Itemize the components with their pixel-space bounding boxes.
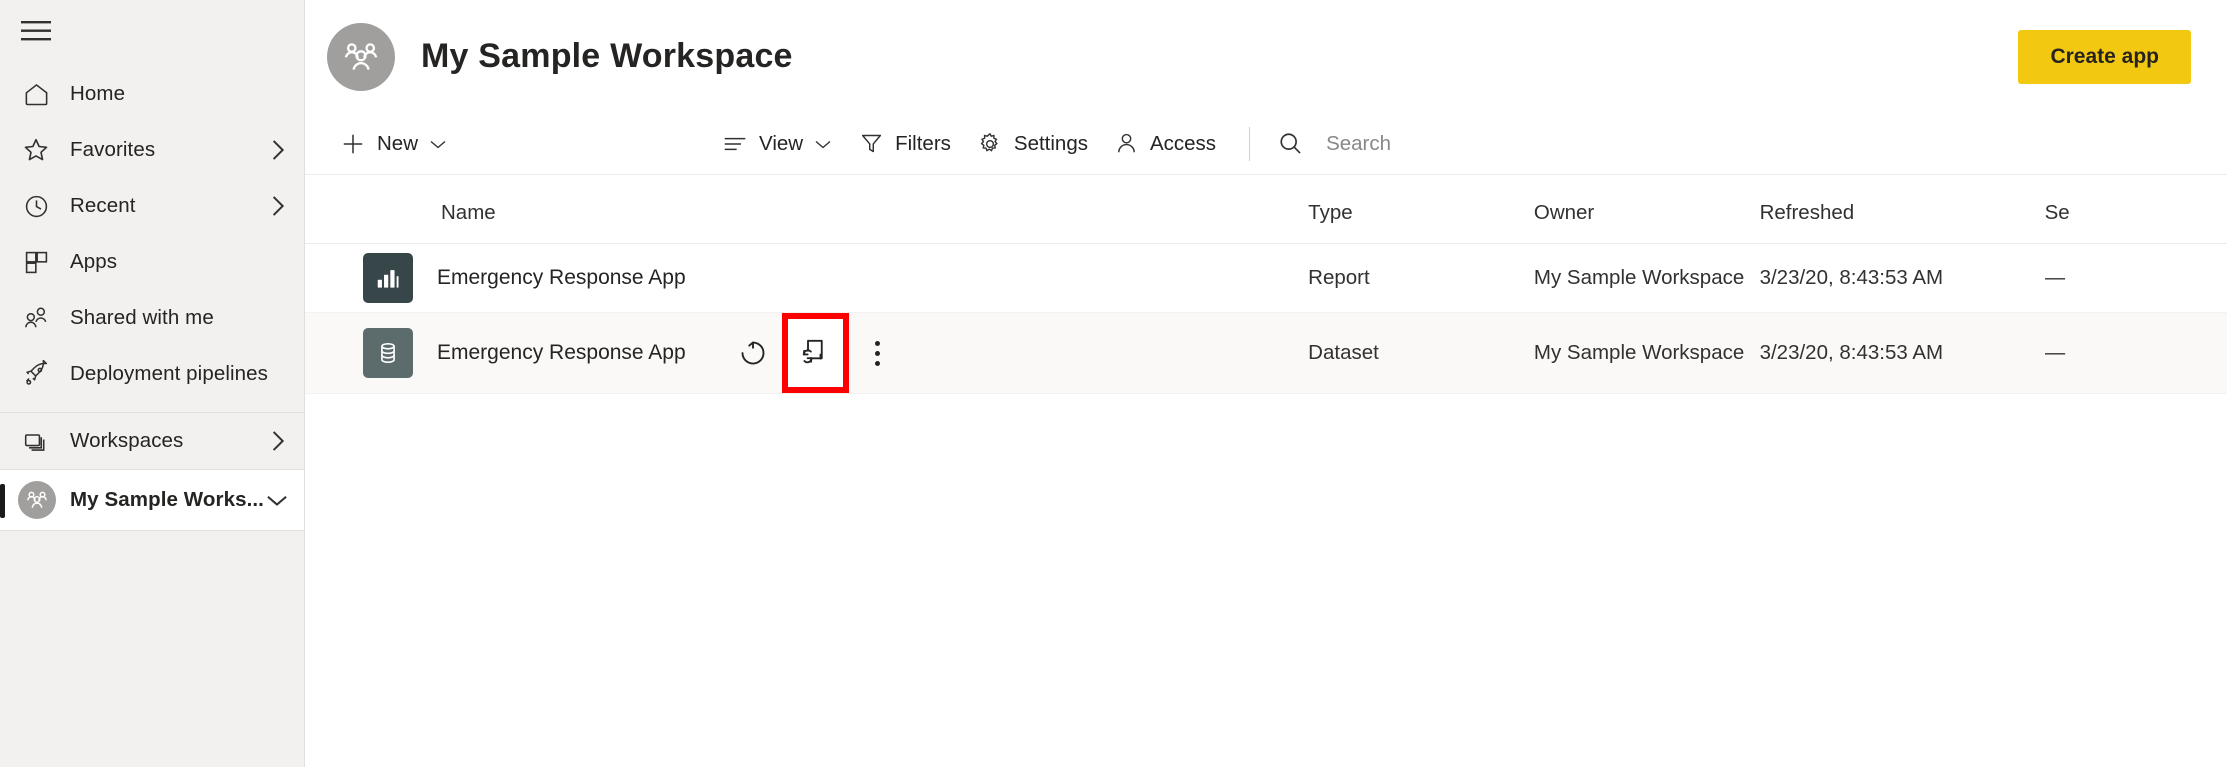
page-title: My Sample Workspace: [421, 37, 793, 75]
view-button[interactable]: View: [709, 121, 846, 167]
column-header-sensitivity[interactable]: Se: [2044, 187, 2227, 244]
sidebar-item-label: Workspaces: [70, 429, 184, 452]
table-body: Emergency Response App Report My Sample …: [305, 243, 2227, 394]
chevron-down-icon[interactable]: [264, 491, 290, 509]
workspace-toolbar: New View Filters Settings Access Search: [305, 113, 2227, 175]
sidebar-filler: [0, 531, 304, 767]
toolbar-separator: [1249, 126, 1251, 161]
home-icon: [14, 72, 58, 116]
sidebar-item-my-sample-workspace[interactable]: My Sample Works...: [0, 469, 304, 531]
schedule-refresh-icon: [800, 335, 830, 371]
cell-owner: My Sample Workspace: [1533, 312, 1760, 394]
rocket-icon: [14, 352, 58, 396]
cell-type: Dataset: [1308, 312, 1534, 394]
access-button[interactable]: Access: [1101, 121, 1229, 167]
left-navigation-sidebar: Home Favorites Recent Apps Shared with m…: [0, 0, 305, 767]
chevron-right-icon: [269, 137, 286, 163]
view-button-label: View: [759, 131, 804, 155]
refresh-now-icon[interactable]: [730, 330, 776, 376]
filters-button[interactable]: Filters: [846, 121, 964, 167]
sidebar-header: [0, 0, 304, 62]
column-header-refreshed[interactable]: Refreshed: [1759, 187, 2045, 244]
content-table: Name Type Owner Refreshed Se Emergency R…: [305, 187, 2227, 394]
schedule-refresh-button[interactable]: [781, 313, 849, 393]
more-options-icon[interactable]: [855, 330, 901, 376]
cell-refreshed: 3/23/20, 8:43:53 AM: [1759, 243, 2045, 313]
clock-icon: [14, 184, 58, 228]
table-header-row: Name Type Owner Refreshed Se: [305, 187, 2227, 244]
cell-name: Emergency Response App: [305, 312, 1309, 394]
workspace-header: My Sample Workspace Create app: [305, 0, 2227, 113]
column-header-type[interactable]: Type: [1308, 187, 1534, 244]
settings-button[interactable]: Settings: [964, 121, 1101, 167]
sidebar-nav-list: Home Favorites Recent Apps Shared with m…: [0, 62, 304, 469]
table-row[interactable]: Emergency Response App Report My Sample …: [305, 243, 2227, 313]
dataset-database-icon: [363, 328, 413, 378]
workspace-content-list: Name Type Owner Refreshed Se Emergency R…: [305, 175, 2227, 767]
chevron-down-icon: [428, 137, 448, 151]
star-icon: [14, 128, 58, 172]
search-box[interactable]: [1264, 121, 1639, 167]
search-input[interactable]: [1326, 131, 1627, 156]
cell-refreshed: 3/23/20, 8:43:53 AM: [1759, 312, 2045, 394]
access-button-label: Access: [1149, 131, 1217, 155]
view-list-icon: [722, 133, 748, 155]
search-icon: [1277, 130, 1304, 157]
kebab-dots: [875, 340, 881, 366]
plus-icon: [340, 131, 366, 157]
new-button[interactable]: New: [327, 121, 461, 167]
name-cell-content: Emergency Response App: [305, 253, 1308, 303]
sidebar-item-recent[interactable]: Recent: [0, 178, 304, 234]
sidebar-item-workspaces[interactable]: Workspaces: [0, 413, 304, 469]
filters-button-label: Filters: [895, 131, 951, 155]
sidebar-item-label: Shared with me: [70, 306, 214, 329]
workspace-avatar: [327, 22, 395, 91]
sidebar-item-label: Apps: [70, 250, 118, 273]
create-app-button[interactable]: Create app: [2018, 29, 2191, 84]
workspace-group-icon: [18, 481, 56, 519]
sidebar-item-deployment-pipelines[interactable]: Deployment pipelines: [0, 346, 304, 402]
report-bar-chart-icon: [363, 253, 413, 303]
sidebar-item-label: Favorites: [70, 138, 156, 161]
table-row[interactable]: Emergency Response App Dataset My Sample…: [305, 312, 2227, 394]
column-header-name[interactable]: Name: [305, 187, 1309, 244]
settings-button-label: Settings: [1013, 131, 1088, 155]
sidebar-item-label: My Sample Works...: [70, 488, 264, 511]
item-name-link[interactable]: Emergency Response App: [437, 341, 686, 365]
sidebar-item-apps[interactable]: Apps: [0, 234, 304, 290]
cell-type: Report: [1308, 243, 1534, 313]
sidebar-item-label: Recent: [70, 194, 136, 217]
cell-name: Emergency Response App: [305, 243, 1309, 313]
chevron-right-icon: [269, 428, 286, 454]
main-content: My Sample Workspace Create app New View …: [305, 0, 2227, 767]
gear-icon: [977, 131, 1003, 157]
apps-grid-icon: [14, 240, 58, 284]
new-button-label: New: [377, 131, 419, 155]
chevron-right-icon: [269, 193, 286, 219]
person-icon: [1114, 131, 1139, 156]
people-icon: [14, 296, 58, 340]
sidebar-item-favorites[interactable]: Favorites: [0, 122, 304, 178]
sidebar-item-home[interactable]: Home: [0, 66, 304, 122]
row-action-buttons: [730, 313, 901, 393]
sidebar-item-label: Deployment pipelines: [70, 362, 269, 385]
cell-sensitivity: —: [2044, 312, 2227, 394]
item-name-link[interactable]: Emergency Response App: [437, 266, 686, 290]
hamburger-menu-icon[interactable]: [14, 9, 58, 53]
power-bi-workspace-page: Home Favorites Recent Apps Shared with m…: [0, 0, 2227, 767]
chevron-down-icon: [813, 137, 833, 151]
column-header-owner[interactable]: Owner: [1533, 187, 1760, 244]
workspaces-stack-icon: [14, 419, 58, 463]
sidebar-item-label: Home: [70, 82, 126, 105]
table-header: Name Type Owner Refreshed Se: [305, 187, 2227, 244]
name-cell-content: Emergency Response App: [305, 313, 1308, 393]
filter-funnel-icon: [859, 131, 884, 156]
sidebar-item-shared-with-me[interactable]: Shared with me: [0, 290, 304, 346]
cell-sensitivity: —: [2044, 243, 2227, 313]
cell-owner: My Sample Workspace: [1533, 243, 1760, 313]
